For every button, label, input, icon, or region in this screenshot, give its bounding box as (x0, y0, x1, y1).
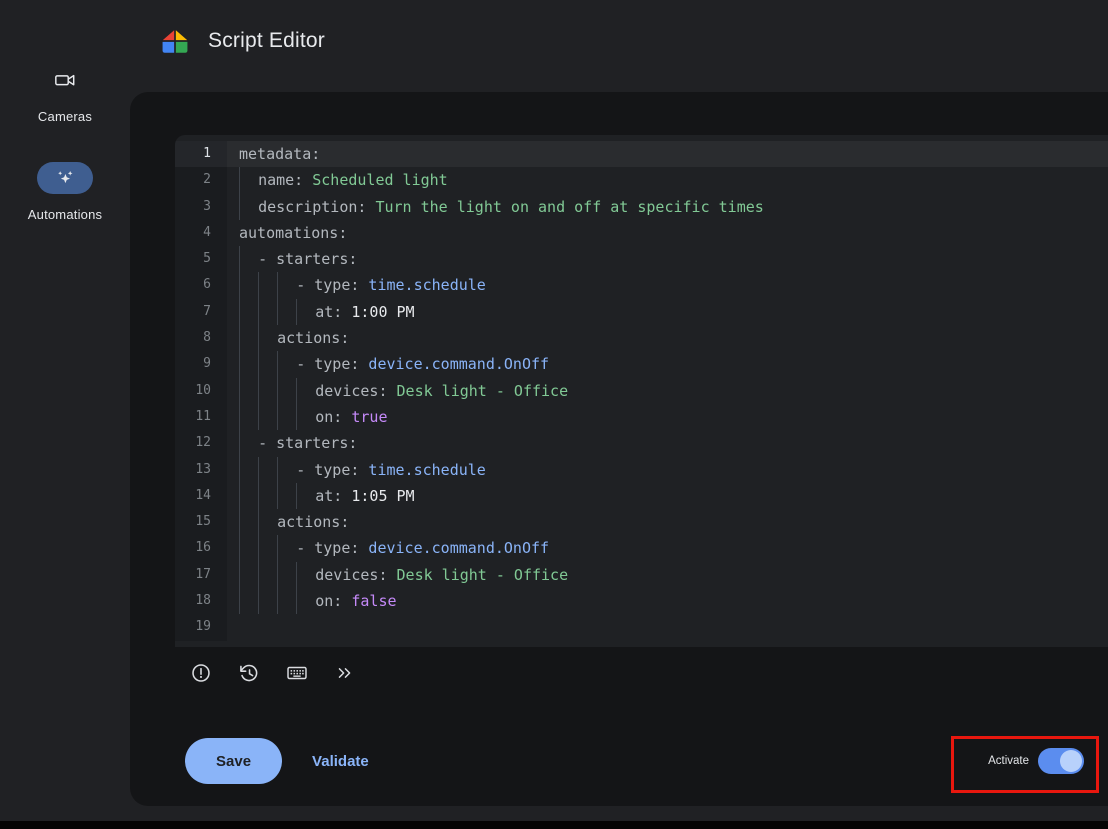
code-text: at: 1:05 PM (227, 483, 1108, 509)
code-line[interactable]: 16- type: device.command.OnOff (175, 535, 1108, 561)
activate-label: Activate (988, 755, 1029, 767)
code-text: description: Turn the light on and off a… (227, 194, 1108, 220)
save-button[interactable]: Save (185, 738, 282, 784)
line-number: 19 (175, 614, 227, 640)
code-line[interactable]: 12- starters: (175, 430, 1108, 456)
code-line[interactable]: 8actions: (175, 325, 1108, 351)
code-line[interactable]: 7at: 1:00 PM (175, 299, 1108, 325)
code-line[interactable]: 1metadata: (175, 141, 1108, 167)
line-number: 4 (175, 220, 227, 246)
code-line[interactable]: 10devices: Desk light - Office (175, 378, 1108, 404)
history-icon (238, 662, 260, 684)
error-icon (190, 662, 212, 684)
line-number: 17 (175, 562, 227, 588)
line-number: 18 (175, 588, 227, 614)
line-number: 13 (175, 457, 227, 483)
code-text: at: 1:00 PM (227, 299, 1108, 325)
code-line[interactable]: 13- type: time.schedule (175, 457, 1108, 483)
code-text: actions: (227, 509, 1108, 535)
sidebar-item-automations[interactable]: Automations (28, 162, 102, 222)
code-line[interactable]: 9- type: device.command.OnOff (175, 351, 1108, 377)
code-lines: 1metadata:2name: Scheduled light3descrip… (175, 141, 1108, 641)
line-number: 16 (175, 535, 227, 561)
double-chevron-icon (334, 662, 356, 684)
code-text: - type: device.command.OnOff (227, 351, 1108, 377)
problems-button[interactable] (180, 652, 222, 694)
line-number: 1 (175, 141, 227, 167)
screen-bottom-edge (0, 821, 1108, 829)
code-line[interactable]: 15actions: (175, 509, 1108, 535)
action-bar: Save Validate Activate (185, 737, 1084, 785)
sidebar-item-label: Cameras (38, 109, 92, 124)
code-text: name: Scheduled light (227, 167, 1108, 193)
code-text: - type: time.schedule (227, 272, 1108, 298)
line-number: 15 (175, 509, 227, 535)
page-title: Script Editor (208, 29, 325, 53)
code-text: metadata: (227, 141, 1108, 167)
code-line[interactable]: 4automations: (175, 220, 1108, 246)
editor-card: 1metadata:2name: Scheduled light3descrip… (130, 92, 1108, 806)
line-number: 14 (175, 483, 227, 509)
keyboard-icon (286, 662, 308, 684)
camera-icon (37, 64, 93, 96)
line-number: 12 (175, 430, 227, 456)
activate-toggle[interactable] (1038, 748, 1084, 774)
code-text: devices: Desk light - Office (227, 562, 1108, 588)
app-header: Script Editor (160, 18, 325, 64)
line-number: 3 (175, 194, 227, 220)
line-number: 6 (175, 272, 227, 298)
code-text: - starters: (227, 430, 1108, 456)
google-home-logo (160, 27, 190, 55)
editor-toolbar (180, 652, 366, 694)
sidebar-item-cameras[interactable]: Cameras (37, 64, 93, 124)
toggle-thumb (1060, 750, 1082, 772)
code-text: - starters: (227, 246, 1108, 272)
code-line[interactable]: 2name: Scheduled light (175, 167, 1108, 193)
line-number: 7 (175, 299, 227, 325)
keyboard-button[interactable] (276, 652, 318, 694)
line-number: 10 (175, 378, 227, 404)
code-line[interactable]: 19 (175, 614, 1108, 640)
line-number: 11 (175, 404, 227, 430)
sparkle-icon (37, 162, 93, 194)
validate-button[interactable]: Validate (312, 753, 369, 770)
code-line[interactable]: 6- type: time.schedule (175, 272, 1108, 298)
code-text: on: true (227, 404, 1108, 430)
line-number: 9 (175, 351, 227, 377)
code-text: actions: (227, 325, 1108, 351)
sidebar: Cameras Automations (0, 64, 130, 222)
history-button[interactable] (228, 652, 270, 694)
code-text: - type: time.schedule (227, 457, 1108, 483)
code-line[interactable]: 5- starters: (175, 246, 1108, 272)
code-text: automations: (227, 220, 1108, 246)
line-number: 8 (175, 325, 227, 351)
code-line[interactable]: 17devices: Desk light - Office (175, 562, 1108, 588)
more-tools-button[interactable] (324, 652, 366, 694)
code-line[interactable]: 3description: Turn the light on and off … (175, 194, 1108, 220)
code-text: - type: device.command.OnOff (227, 535, 1108, 561)
code-text (227, 614, 1108, 640)
line-number: 2 (175, 167, 227, 193)
activate-control: Activate (988, 748, 1084, 774)
code-line[interactable]: 18on: false (175, 588, 1108, 614)
code-line[interactable]: 11on: true (175, 404, 1108, 430)
code-text: devices: Desk light - Office (227, 378, 1108, 404)
code-line[interactable]: 14at: 1:05 PM (175, 483, 1108, 509)
sidebar-item-label: Automations (28, 207, 102, 222)
line-number: 5 (175, 246, 227, 272)
code-text: on: false (227, 588, 1108, 614)
code-editor[interactable]: 1metadata:2name: Scheduled light3descrip… (175, 135, 1108, 647)
screen: Script Editor Cameras Automations (0, 0, 1108, 829)
